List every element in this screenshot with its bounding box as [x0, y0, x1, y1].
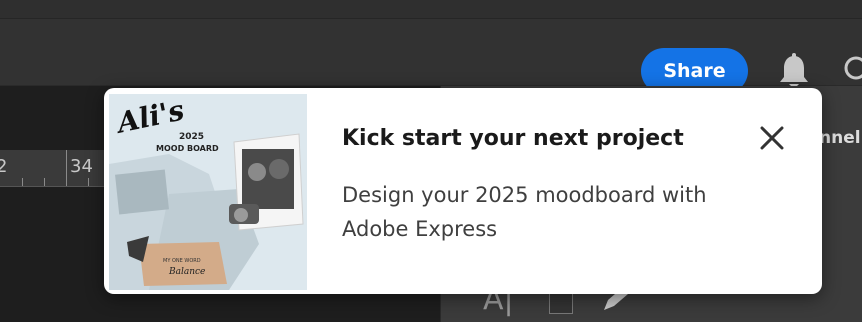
popup-title: Kick start your next project	[342, 126, 684, 151]
horizontal-ruler: 2 34	[0, 150, 110, 187]
thumbnail-word-label: MY ONE WORD	[163, 258, 201, 264]
ruler-tick	[22, 178, 23, 186]
top-window-strip	[0, 0, 862, 19]
thumbnail-heading-text: MOOD BOARD	[156, 144, 219, 153]
moodboard-thumbnail: Ali's 2025 MOOD BOARD MY ONE WORD Balanc…	[109, 94, 307, 290]
ruler-tick	[88, 178, 89, 186]
panel-tab-channels[interactable]: nnel	[819, 128, 861, 148]
promo-popup: Ali's 2025 MOOD BOARD MY ONE WORD Balanc…	[104, 88, 822, 294]
app-header-bar: Share	[0, 19, 862, 94]
thumbnail-heading-year: 2025	[179, 132, 205, 142]
search-icon[interactable]	[842, 55, 862, 85]
thumbnail-word-value: Balance	[169, 267, 206, 277]
ruler-label: 34	[70, 156, 93, 177]
ruler-tick	[44, 178, 45, 186]
close-icon[interactable]	[758, 124, 786, 152]
ruler-label: 2	[0, 156, 8, 177]
popup-body-text: Design your 2025 moodboard with Adobe Ex…	[342, 183, 707, 241]
ruler-tick	[66, 150, 67, 186]
